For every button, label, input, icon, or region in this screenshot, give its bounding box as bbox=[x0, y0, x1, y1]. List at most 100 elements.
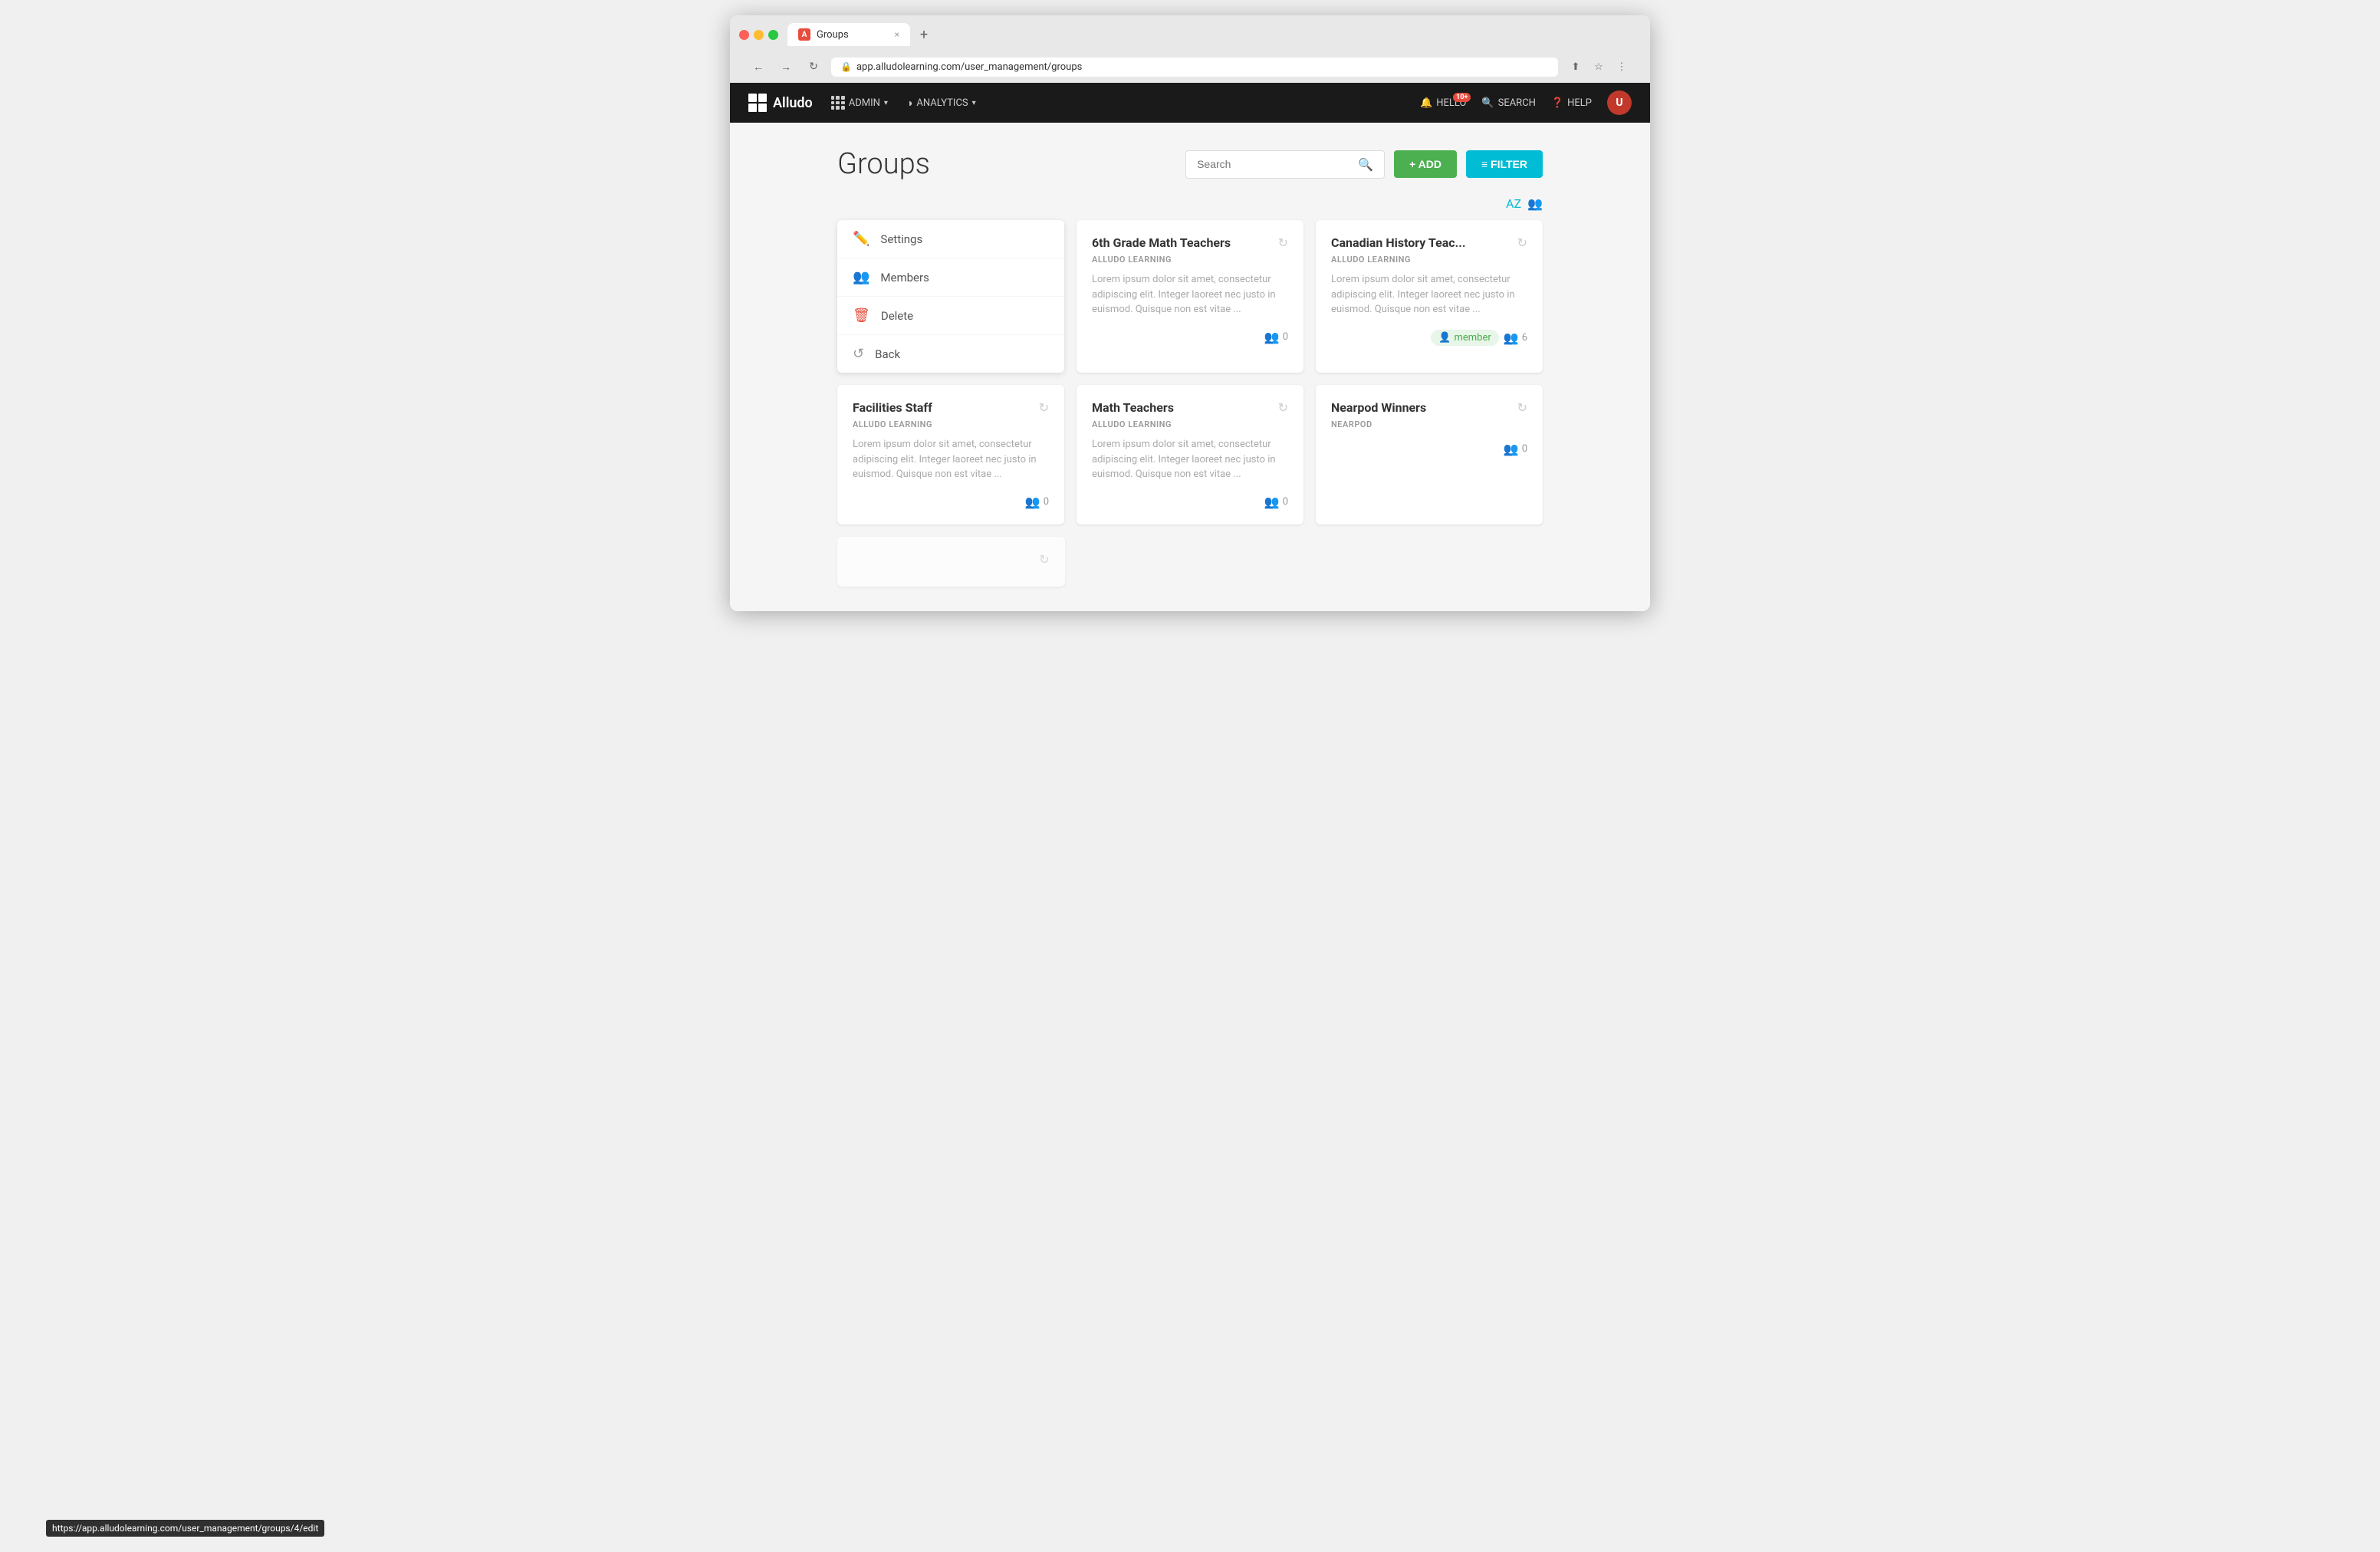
app-navbar: Alludo ADMIN ▾ ◑ ANALYT bbox=[730, 83, 1650, 123]
navbar-left: Alludo ADMIN ▾ ◑ ANALYT bbox=[748, 93, 976, 113]
group-card-nearpod-winners[interactable]: Nearpod Winners ↻ NEARPOD 👥 0 bbox=[1316, 385, 1543, 524]
card-title: Nearpod Winners bbox=[1331, 400, 1511, 415]
card-desc: Lorem ipsum dolor sit amet, consectetur … bbox=[1331, 272, 1527, 317]
close-traffic-light[interactable] bbox=[739, 30, 749, 40]
members-icon: 👥 bbox=[853, 269, 869, 285]
menu-settings-label: Settings bbox=[880, 232, 922, 246]
menu-item-delete[interactable]: 🗑 Delete bbox=[837, 297, 1064, 335]
back-button[interactable]: ← bbox=[748, 57, 768, 77]
card-org: NEARPOD bbox=[1331, 419, 1527, 429]
context-menu-card: ✏️ Settings 👥 Members 🗑 Delete ↺ Back bbox=[837, 220, 1064, 373]
admin-label: ADMIN bbox=[849, 97, 880, 109]
user-avatar[interactable]: U bbox=[1607, 90, 1632, 115]
notification-badge: 10+ bbox=[1453, 93, 1471, 102]
brand-icon-sq-2 bbox=[758, 94, 767, 102]
brand-logo[interactable]: Alludo bbox=[748, 94, 813, 112]
admin-icon bbox=[831, 96, 845, 110]
search-nav-icon: 🔍 bbox=[1481, 97, 1494, 109]
browser-window: A Groups × + ← → ↻ 🔒 app.alludolearning.… bbox=[730, 15, 1650, 611]
card-footer: 👥 0 bbox=[853, 495, 1049, 509]
lock-icon: 🔒 bbox=[840, 61, 852, 72]
more-options-icon[interactable]: ⋮ bbox=[1612, 57, 1632, 77]
card-title: Math Teachers bbox=[1092, 400, 1272, 415]
bookmark-icon[interactable]: ☆ bbox=[1589, 57, 1609, 77]
admin-nav-item[interactable]: ADMIN ▾ bbox=[831, 93, 888, 113]
count-value: 6 bbox=[1522, 332, 1527, 344]
sync-icon[interactable]: ↻ bbox=[1517, 400, 1527, 415]
brand-name: Alludo bbox=[773, 95, 813, 111]
tab-close-icon[interactable]: × bbox=[895, 29, 899, 40]
search-box[interactable]: 🔍 bbox=[1185, 150, 1385, 179]
partial-card-row: ↻ bbox=[837, 537, 1543, 587]
group-card-6th-grade[interactable]: 6th Grade Math Teachers ↻ ALLUDO LEARNIN… bbox=[1077, 220, 1303, 373]
count-value: 0 bbox=[1522, 443, 1527, 455]
notifications-button[interactable]: 🔔 10+ HELLO bbox=[1420, 97, 1466, 109]
card-header: Nearpod Winners ↻ bbox=[1331, 400, 1527, 415]
card-footer: 👤 member 👥 6 bbox=[1331, 330, 1527, 346]
count-value: 0 bbox=[1283, 331, 1288, 343]
active-tab[interactable]: A Groups × bbox=[787, 23, 910, 46]
settings-icon: ✏️ bbox=[853, 231, 869, 247]
help-button[interactable]: ❓ HELP bbox=[1551, 97, 1592, 109]
filter-button[interactable]: ≡ FILTER bbox=[1466, 150, 1543, 178]
members-count-icon: 👥 bbox=[1025, 495, 1040, 509]
sync-icon[interactable]: ↻ bbox=[1278, 400, 1288, 415]
sort-bar: AZ 👥 bbox=[837, 196, 1543, 211]
traffic-lights bbox=[739, 30, 778, 40]
members-count-icon: 👥 bbox=[1504, 442, 1519, 456]
member-badge: 👤 member bbox=[1431, 330, 1498, 346]
share-icon[interactable]: ⬆ bbox=[1566, 57, 1586, 77]
card-title: Facilities Staff bbox=[853, 400, 1033, 415]
member-count: 👥 0 bbox=[1264, 330, 1288, 344]
az-sort-icon[interactable]: AZ bbox=[1506, 196, 1521, 211]
search-nav-label: SEARCH bbox=[1498, 97, 1536, 109]
menu-members-label: Members bbox=[880, 271, 929, 284]
tab-bar: A Groups × + bbox=[787, 23, 935, 46]
add-button[interactable]: + ADD bbox=[1394, 150, 1457, 178]
card-header: Facilities Staff ↻ bbox=[853, 400, 1049, 415]
members-count-icon: 👥 bbox=[1264, 330, 1280, 344]
brand-icon-sq-1 bbox=[748, 94, 757, 102]
analytics-nav-item[interactable]: ◑ ANALYTICS ▾ bbox=[906, 94, 976, 113]
maximize-traffic-light[interactable] bbox=[768, 30, 778, 40]
members-count-icon: 👥 bbox=[1504, 330, 1519, 345]
sync-icon[interactable]: ↻ bbox=[1039, 552, 1049, 567]
admin-chevron-icon: ▾ bbox=[884, 99, 888, 107]
bell-icon: 🔔 bbox=[1420, 97, 1432, 109]
group-card-facilities-staff[interactable]: Facilities Staff ↻ ALLUDO LEARNING Lorem… bbox=[837, 385, 1064, 524]
card-footer: 👥 0 bbox=[1331, 442, 1527, 456]
menu-delete-label: Delete bbox=[881, 309, 913, 323]
brand-icon bbox=[748, 94, 767, 112]
address-bar[interactable]: 🔒 app.alludolearning.com/user_management… bbox=[831, 58, 1558, 77]
forward-button[interactable]: → bbox=[776, 57, 796, 77]
count-value: 0 bbox=[1283, 496, 1288, 508]
group-view-icon[interactable]: 👥 bbox=[1527, 196, 1543, 211]
delete-icon: 🗑 bbox=[853, 307, 870, 324]
member-badge-label: member bbox=[1454, 332, 1491, 344]
groups-grid: ✏️ Settings 👥 Members 🗑 Delete ↺ Back bbox=[837, 220, 1543, 524]
brand-icon-sq-3 bbox=[748, 104, 757, 112]
card-header: Math Teachers ↻ bbox=[1092, 400, 1288, 415]
new-tab-button[interactable]: + bbox=[913, 24, 935, 45]
group-card-partial[interactable]: ↻ bbox=[837, 537, 1065, 587]
browser-actions: ⬆ ☆ ⋮ bbox=[1566, 57, 1632, 77]
brand-icon-sq-4 bbox=[758, 104, 767, 112]
tab-title: Groups bbox=[817, 29, 849, 41]
menu-item-settings[interactable]: ✏️ Settings bbox=[837, 220, 1064, 258]
sync-icon[interactable]: ↻ bbox=[1039, 400, 1049, 415]
card-title: 6th Grade Math Teachers bbox=[1092, 235, 1272, 250]
menu-item-members[interactable]: 👥 Members bbox=[837, 258, 1064, 297]
menu-item-back[interactable]: ↺ Back bbox=[837, 335, 1064, 373]
search-input[interactable] bbox=[1197, 158, 1352, 170]
card-org: ALLUDO LEARNING bbox=[1092, 419, 1288, 429]
member-count: 👥 0 bbox=[1025, 495, 1049, 509]
refresh-button[interactable]: ↻ bbox=[804, 57, 823, 77]
card-desc: Lorem ipsum dolor sit amet, consectetur … bbox=[1092, 272, 1288, 317]
group-card-math-teachers[interactable]: Math Teachers ↻ ALLUDO LEARNING Lorem ip… bbox=[1077, 385, 1303, 524]
search-nav-button[interactable]: 🔍 SEARCH bbox=[1481, 97, 1536, 109]
group-card-canadian-history[interactable]: Canadian History Teac... ↻ ALLUDO LEARNI… bbox=[1316, 220, 1543, 373]
sync-icon[interactable]: ↻ bbox=[1517, 235, 1527, 250]
member-count: 👥 0 bbox=[1504, 442, 1527, 456]
minimize-traffic-light[interactable] bbox=[754, 30, 764, 40]
sync-icon[interactable]: ↻ bbox=[1278, 235, 1288, 250]
